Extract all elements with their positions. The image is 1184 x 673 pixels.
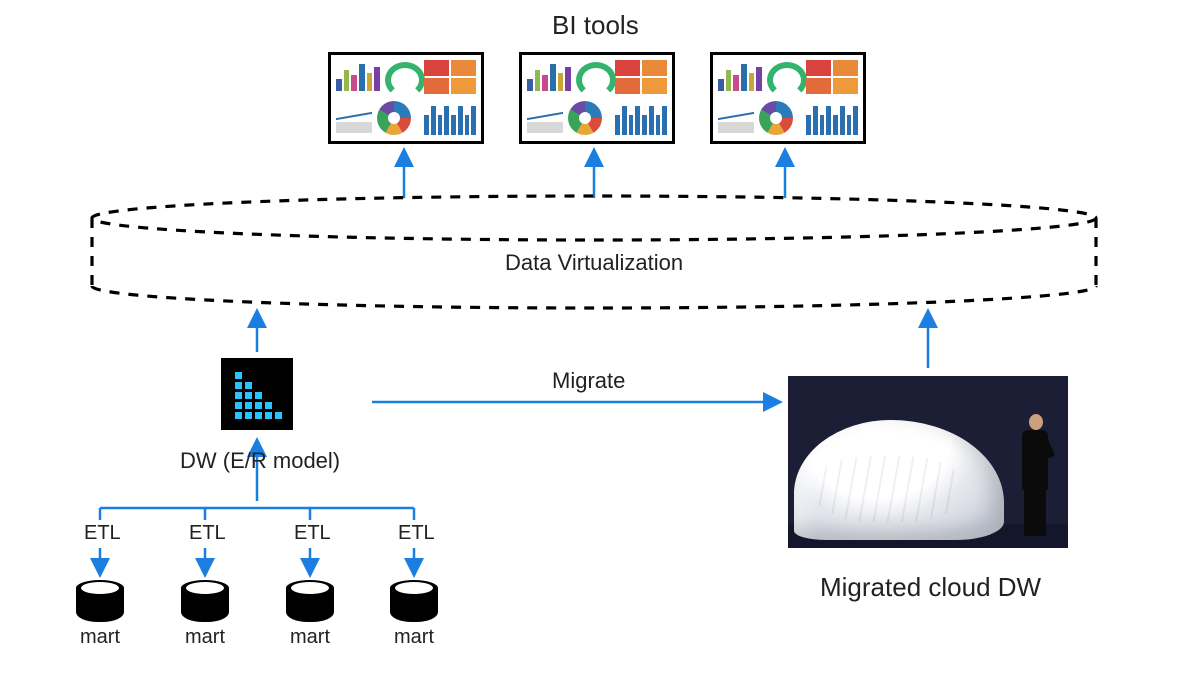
mart-label-4: mart: [384, 626, 444, 649]
data-mart-icon-3: [286, 580, 334, 622]
dw-icon: [221, 358, 293, 430]
etl-label-4: ETL: [398, 522, 435, 545]
data-mart-icon-4: [390, 580, 438, 622]
mart-label-1: mart: [70, 626, 130, 649]
mart-label-2: mart: [175, 626, 235, 649]
covered-car-photo: [788, 376, 1068, 548]
person-silhouette-icon: [1012, 402, 1058, 540]
dw-model-label: DW (E/R model): [180, 448, 340, 474]
etl-label-3: ETL: [294, 522, 331, 545]
data-mart-icon-2: [181, 580, 229, 622]
data-mart-icon-1: [76, 580, 124, 622]
migrated-cloud-dw-label: Migrated cloud DW: [820, 572, 1041, 603]
etl-label-1: ETL: [84, 522, 121, 545]
diagram-stage: BI tools: [0, 0, 1184, 673]
car-under-sheet-icon: [794, 420, 1004, 540]
etl-label-2: ETL: [189, 522, 226, 545]
mart-label-3: mart: [280, 626, 340, 649]
data-virtualization-label: Data Virtualization: [505, 250, 683, 276]
migrate-label: Migrate: [552, 368, 625, 394]
